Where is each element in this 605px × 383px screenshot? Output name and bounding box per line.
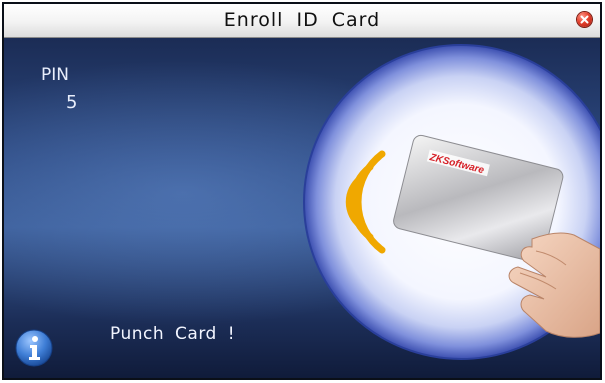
window-title: Enroll ID Card bbox=[223, 9, 381, 31]
pin-label: PIN bbox=[41, 65, 69, 85]
close-button[interactable] bbox=[577, 12, 592, 27]
card-reader-illustration: ZKSoftware bbox=[303, 44, 600, 360]
content-area: PIN 5 ZKSoftware Punch Card ! bbox=[4, 38, 600, 378]
status-message: Punch Card ! bbox=[110, 324, 236, 344]
close-icon bbox=[580, 15, 589, 24]
info-icon bbox=[14, 328, 54, 368]
title-bar: Enroll ID Card bbox=[4, 4, 600, 38]
enroll-card-window: Enroll ID Card PIN 5 ZKSoftware Punch Ca… bbox=[2, 2, 602, 380]
pin-value: 5 bbox=[66, 92, 78, 113]
